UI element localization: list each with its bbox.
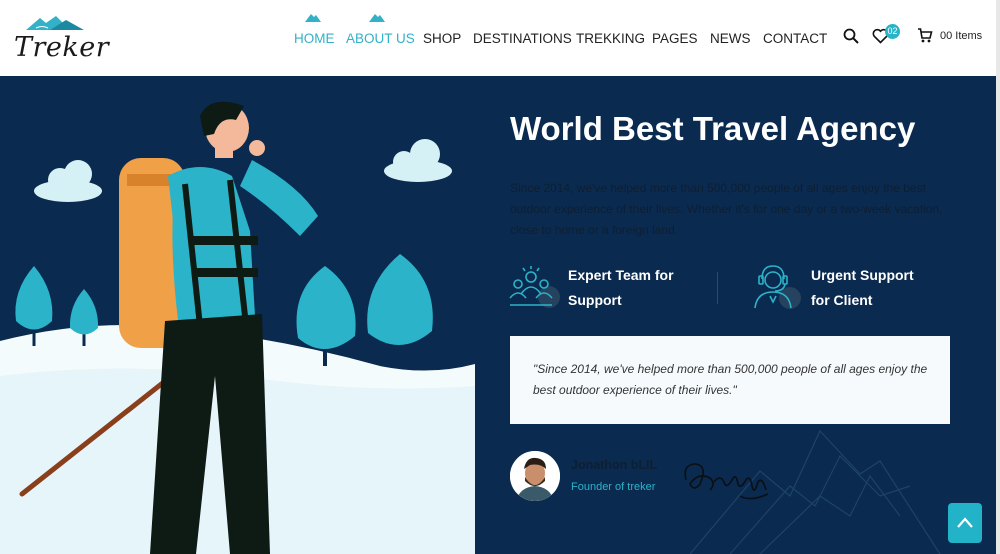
nav-item-destinations[interactable]: DESTINATIONS xyxy=(473,31,572,46)
feature-expert-team: Expert Team for Support xyxy=(568,263,708,313)
cloud-right-icon xyxy=(384,139,452,182)
signature-image xyxy=(684,463,769,500)
site-header: Treker HOME ABOUT US SHOP DESTINATIONS T… xyxy=(0,0,1000,76)
testimonial-quote-text: "Since 2014, we've helped more than 500,… xyxy=(533,362,928,397)
feature-urgent-support-line2: for Client xyxy=(811,292,873,308)
about-peak-icon xyxy=(369,14,385,22)
cloud-left-icon xyxy=(34,160,102,202)
nav-item-trekking[interactable]: TREKKING xyxy=(576,31,645,46)
team-icon xyxy=(509,266,560,308)
headset-support-icon xyxy=(754,265,801,309)
nav-item-pages[interactable]: PAGES xyxy=(652,31,698,46)
nav-item-news[interactable]: NEWS xyxy=(710,31,751,46)
chevron-up-icon xyxy=(957,517,973,528)
tree-large-icons xyxy=(296,254,433,366)
cart-items-label[interactable]: 00 Items xyxy=(940,30,982,42)
feature-urgent-support: Urgent Support for Client xyxy=(811,263,951,313)
author-name: Jonathon bLIL xyxy=(571,458,658,472)
nav-item-shop[interactable]: SHOP xyxy=(423,31,461,46)
feature-divider xyxy=(717,272,718,304)
back-to-top-button[interactable] xyxy=(948,503,982,543)
logo-text: Treker xyxy=(14,32,110,63)
author-portrait-icon xyxy=(510,451,560,501)
hero-description: Since 2014, we've helped more than 500,0… xyxy=(510,181,943,237)
cart-icon[interactable] xyxy=(917,28,933,43)
author-avatar xyxy=(510,451,560,501)
feature-urgent-support-line1: Urgent Support xyxy=(811,267,914,283)
search-icon[interactable] xyxy=(843,28,859,44)
hero-title: World Best Travel Agency xyxy=(510,110,916,147)
logo[interactable]: Treker xyxy=(12,14,109,64)
nav-item-contact[interactable]: CONTACT xyxy=(763,31,827,46)
hero-section: World Best Travel Agency Since 2014, we'… xyxy=(0,76,996,554)
nav-item-about-us[interactable]: ABOUT US xyxy=(346,31,415,46)
home-peak-icon xyxy=(305,14,321,22)
author-role: Founder of treker xyxy=(571,481,656,493)
mountain-logo-icon xyxy=(26,16,84,30)
wishlist-count-badge: 02 xyxy=(885,24,900,39)
nav-item-home[interactable]: HOME xyxy=(294,31,335,46)
feature-expert-team-line1: Expert Team for xyxy=(568,267,674,283)
scrollbar[interactable] xyxy=(996,0,1000,554)
feature-expert-team-line2: Support xyxy=(568,292,622,308)
